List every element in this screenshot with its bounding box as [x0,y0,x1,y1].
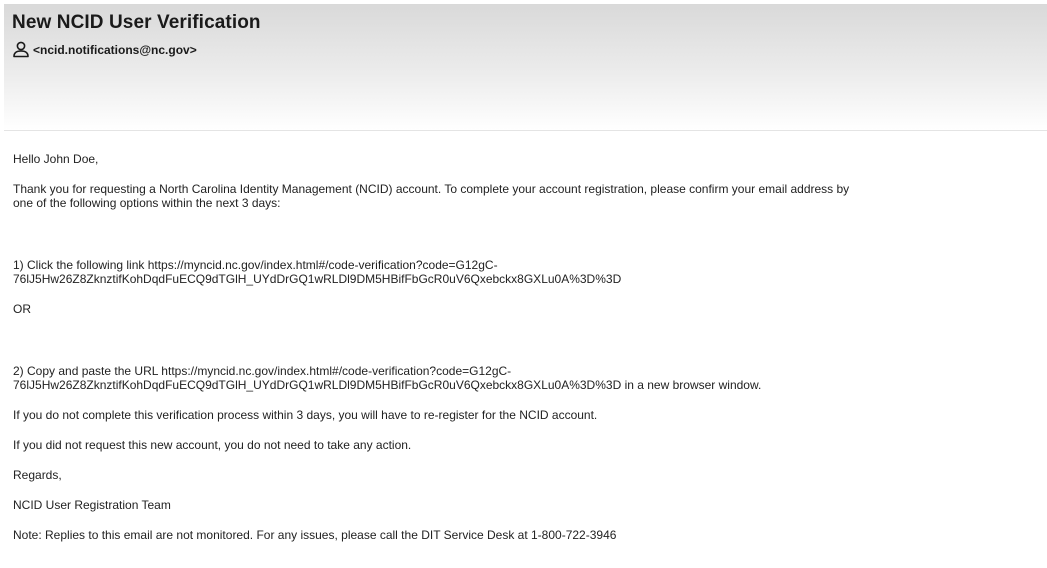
greeting: Hello John Doe, [13,152,99,166]
intro-line-2: one of the following options within the … [13,196,281,210]
sender-row: <ncid.notifications@nc.gov> [12,41,197,58]
no-action-note: If you did not request this new account,… [13,438,412,452]
option1-link[interactable]: 76lJ5Hw26Z8ZknztifKohDqdFuECQ9dTGlH_UYdD… [13,272,621,286]
option2-line-1: 2) Copy and paste the URL https://myncid… [13,364,512,378]
option2-line-2: 76lJ5Hw26Z8ZknztifKohDqdFuECQ9dTGlH_UYdD… [13,378,762,392]
signature-team: NCID User Registration Team [13,498,171,512]
email-header: New NCID User Verification <ncid.notific… [4,4,1047,131]
or-separator: OR [13,302,31,316]
email-subject: New NCID User Verification [12,12,261,33]
person-icon [12,41,30,58]
sender-address[interactable]: <ncid.notifications@nc.gov> [33,43,197,57]
intro-line-1: Thank you for requesting a North Carolin… [13,182,850,196]
footer-note: Note: Replies to this email are not moni… [13,528,617,542]
reregister-note: If you do not complete this verification… [13,408,598,422]
option1-line-1[interactable]: 1) Click the following link https://mync… [13,258,498,272]
regards: Regards, [13,468,62,482]
